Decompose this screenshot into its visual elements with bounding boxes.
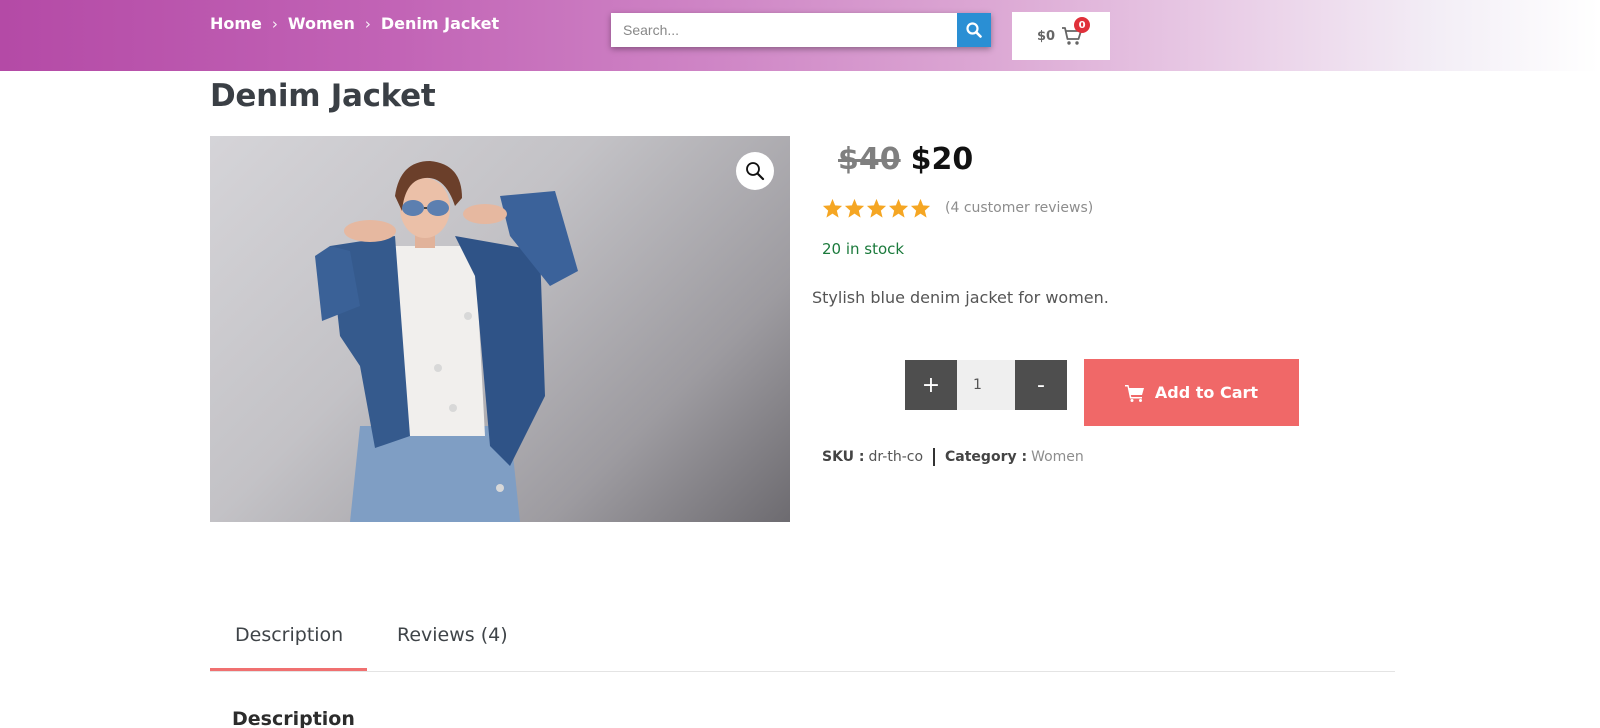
zoom-button[interactable] xyxy=(736,152,774,190)
quantity-minus-button[interactable]: - xyxy=(1015,360,1067,410)
star-icon xyxy=(844,198,865,218)
breadcrumb: Home › Women › Denim Jacket xyxy=(210,14,499,33)
mini-cart[interactable]: $0 0 xyxy=(1012,12,1110,60)
quantity-plus-button[interactable]: + xyxy=(905,360,957,410)
sku-value: dr-th-co xyxy=(868,449,924,465)
description-heading: Description xyxy=(232,708,355,728)
product-image[interactable] xyxy=(210,136,790,522)
review-count-link[interactable]: (4 customer reviews) xyxy=(945,200,1093,216)
category-link[interactable]: Women xyxy=(1031,449,1084,465)
star-icon xyxy=(910,198,931,218)
stock-status: 20 in stock xyxy=(822,240,905,258)
meta-divider xyxy=(933,448,936,466)
cart-count-badge: 0 xyxy=(1074,17,1091,33)
sale-price: $20 xyxy=(910,142,974,177)
star-rating xyxy=(822,198,931,218)
product-title: Denim Jacket xyxy=(210,78,436,114)
breadcrumb-separator: › xyxy=(364,14,371,33)
product-price: $40 $20 xyxy=(838,142,973,177)
short-description: Stylish blue denim jacket for women. xyxy=(812,288,1109,307)
product-photo xyxy=(315,161,578,522)
product-rating: (4 customer reviews) xyxy=(822,198,1093,218)
site-header: Home › Women › Denim Jacket $0 0 xyxy=(0,0,1600,71)
tab-reviews[interactable]: Reviews (4) xyxy=(367,612,533,671)
breadcrumb-current: Denim Jacket xyxy=(380,14,500,33)
category-label: Category : xyxy=(945,449,1028,465)
quantity-input[interactable]: 1 xyxy=(957,360,1015,410)
breadcrumb-home[interactable]: Home xyxy=(210,14,262,33)
quantity-stepper: + 1 - xyxy=(905,360,1067,410)
product-tabs: Description Reviews (4) xyxy=(210,612,1395,672)
sku-label: SKU : xyxy=(822,449,865,465)
star-icon xyxy=(822,198,843,218)
regular-price: $40 xyxy=(838,142,901,177)
search-bar xyxy=(611,13,991,47)
cart-icon-wrap: 0 xyxy=(1061,17,1091,46)
cart-total: $0 xyxy=(1036,28,1056,44)
add-to-cart-button[interactable]: Add to Cart xyxy=(1084,359,1299,426)
tab-description[interactable]: Description xyxy=(210,612,367,671)
product-meta: SKU : dr-th-co Category : Women xyxy=(822,448,1084,466)
star-icon xyxy=(866,198,887,218)
zoom-icon xyxy=(746,162,765,181)
search-icon xyxy=(966,22,982,38)
star-icon xyxy=(888,198,909,218)
search-input[interactable] xyxy=(611,13,957,47)
cart-icon xyxy=(1124,384,1144,402)
search-button[interactable] xyxy=(957,13,991,47)
add-to-cart-label: Add to Cart xyxy=(1154,383,1259,402)
breadcrumb-women[interactable]: Women xyxy=(288,14,355,33)
breadcrumb-separator: › xyxy=(271,14,278,33)
